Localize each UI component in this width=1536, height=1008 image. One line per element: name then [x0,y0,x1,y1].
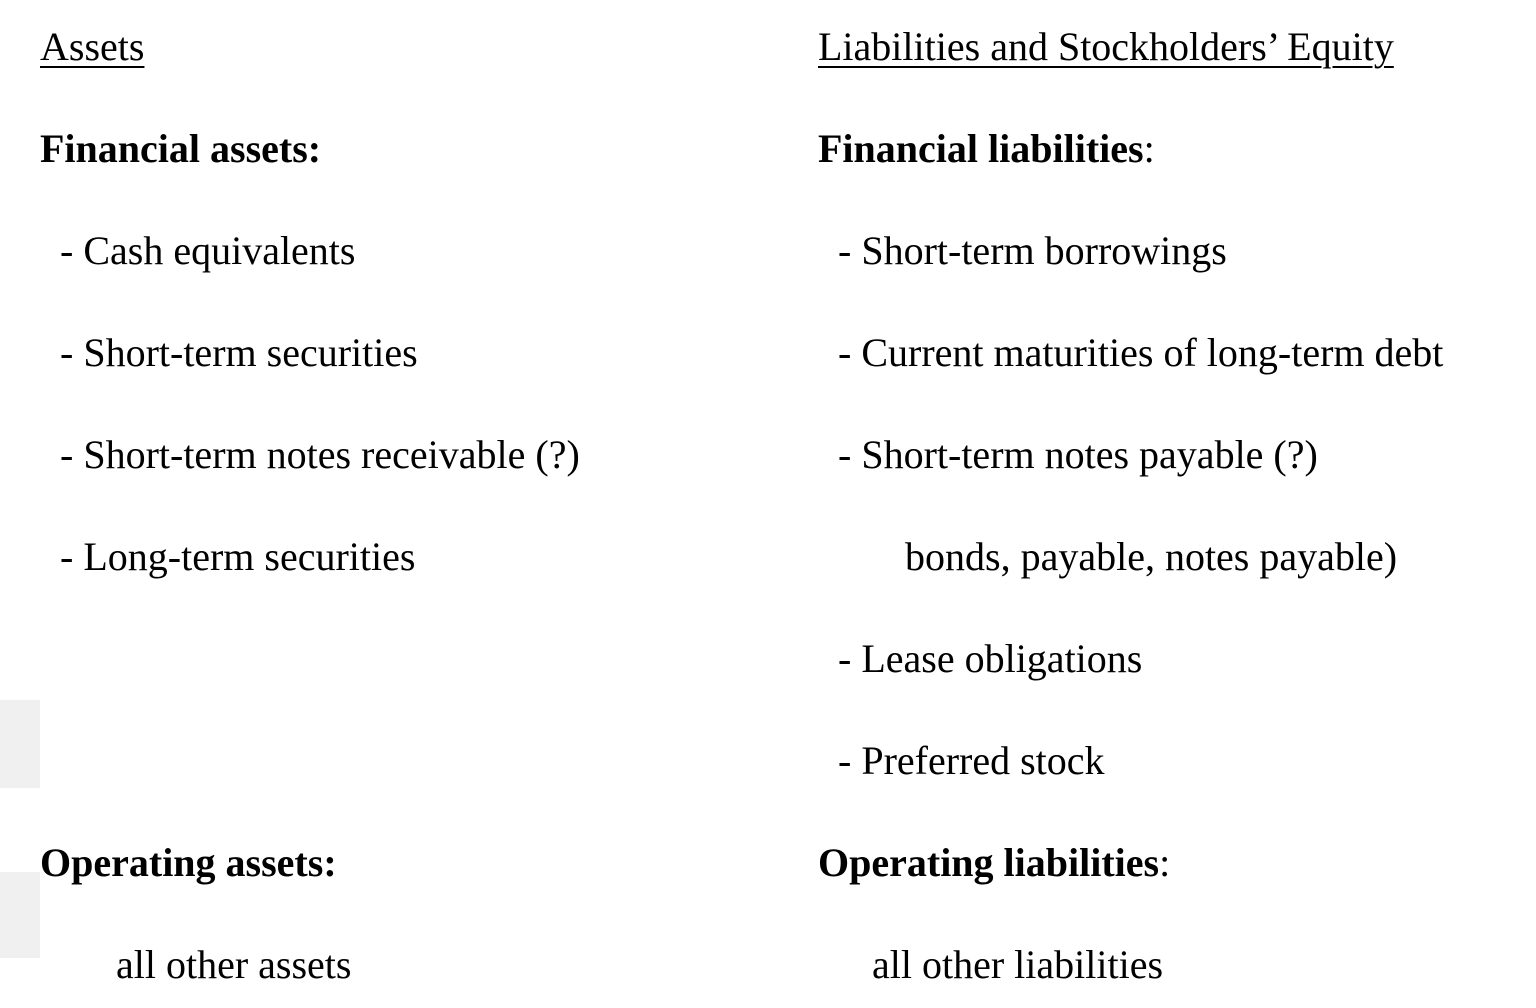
list-item: - Short-term borrowings [838,228,1227,273]
balance-sheet-classification: Assets Financial assets: - Cash equivale… [0,0,1536,1008]
financial-assets-title: Financial assets: [40,126,322,171]
margin-block [0,872,40,958]
liabilities-heading: Liabilities and Stockholders’ Equity [818,24,1394,69]
margin-block [0,700,40,788]
list-item: all other liabilities [872,942,1164,987]
list-item: - Short-term notes payable (?) [838,432,1318,477]
list-item: - Short-term securities [60,330,418,375]
operating-liabilities-title-text: Operating liabilities [818,840,1160,885]
list-item: - Preferred stock [838,738,1105,783]
list-item: - Short-term notes receivable (?) [60,432,580,477]
list-item: - Long-term securities [60,534,416,579]
list-item: all other assets [116,942,352,987]
financial-liabilities-title-text: Financial liabilities [818,126,1144,171]
financial-liabilities-title: Financial liabilities: [818,124,1155,174]
operating-assets-title: Operating assets: [40,840,337,885]
list-item: - Cash equivalents [60,228,356,273]
list-item-continuation: bonds, payable, notes payable) [905,534,1398,579]
list-item: - Current maturities of long-term debt [838,330,1444,375]
operating-liabilities-title: Operating liabilities: [818,838,1170,888]
assets-heading: Assets [40,24,145,69]
operating-liabilities-colon: : [1159,840,1171,885]
financial-liabilities-colon: : [1143,126,1155,171]
list-item: - Lease obligations [838,636,1143,681]
